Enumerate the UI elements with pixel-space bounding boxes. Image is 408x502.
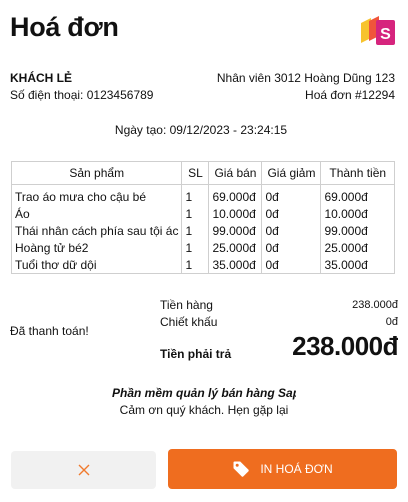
paid-status: Đã thanh toán! xyxy=(10,324,89,338)
total-value: 238.000đ xyxy=(292,331,398,361)
cell-qty: 1 xyxy=(181,184,210,205)
cell-product: Hoàng tử bé2 xyxy=(10,239,183,256)
cell-price: 99.000đ xyxy=(208,222,263,239)
cell-total: 99.000đ xyxy=(320,222,395,239)
col-price: Giá bán xyxy=(208,161,263,185)
subtotal-value: 238.000đ xyxy=(352,299,398,311)
print-invoice-button[interactable]: IN HOÁ ĐƠN xyxy=(168,449,397,489)
table-row: Tuổi thơ dữ dội 1 35.000đ 0đ 35.000đ xyxy=(10,256,395,274)
cancel-button[interactable] xyxy=(11,451,156,489)
close-icon xyxy=(78,464,89,476)
cell-discount: 0đ xyxy=(261,239,322,256)
cell-qty: 1 xyxy=(181,205,210,222)
subtotal-label: Tiền hàng xyxy=(160,298,213,312)
cell-product: Trao áo mưa cho cậu bé xyxy=(10,184,183,205)
col-discount: Giá giảm xyxy=(261,161,322,185)
cell-total: 35.000đ xyxy=(320,256,395,274)
staff-name: Nhân viên 3012 Hoàng Dũng 123 xyxy=(216,71,395,85)
tag-icon xyxy=(233,461,250,477)
cell-price: 69.000đ xyxy=(208,184,263,205)
col-qty: SL xyxy=(181,161,210,185)
sapo-logo-icon: S xyxy=(361,16,395,45)
table-row: Áo 1 10.000đ 0đ 10.000đ xyxy=(10,205,395,222)
cell-product: Áo xyxy=(10,205,183,222)
invoice-number: Hoá đơn #12294 xyxy=(305,88,395,102)
software-note: Phần mềm quản lý bán hàng Sapo xyxy=(0,386,408,400)
col-product: Sản phẩm xyxy=(10,161,183,185)
table-header-row: Sản phẩm SL Giá bán Giá giảm Thành tiền xyxy=(10,161,395,185)
table-row: Hoàng tử bé2 1 25.000đ 0đ 25.000đ xyxy=(10,239,395,256)
cell-discount: 0đ xyxy=(261,256,322,274)
cell-discount: 0đ xyxy=(261,205,322,222)
cell-total: 25.000đ xyxy=(320,239,395,256)
cell-total: 69.000đ xyxy=(320,184,395,205)
discount-label: Chiết khấu xyxy=(160,315,218,329)
customer-info: KHÁCH LẺ Số điện thoại: 0123456789 xyxy=(10,70,153,104)
cell-qty: 1 xyxy=(181,256,210,274)
print-invoice-label: IN HOÁ ĐƠN xyxy=(260,462,333,476)
cell-qty: 1 xyxy=(181,222,210,239)
cell-discount: 0đ xyxy=(261,184,322,205)
table-row: Trao áo mưa cho cậu bé 1 69.000đ 0đ 69.0… xyxy=(10,184,395,205)
cell-price: 10.000đ xyxy=(208,205,263,222)
col-total: Thành tiền xyxy=(320,161,395,185)
cell-product: Thái nhân cách phía sau tội ác xyxy=(10,222,183,239)
cell-discount: 0đ xyxy=(261,222,322,239)
software-note-text: Phần mềm quản lý bán hàng Sapo xyxy=(112,386,296,400)
thanks-note: Cảm ơn quý khách. Hẹn gặp lại xyxy=(119,403,289,417)
cell-total: 10.000đ xyxy=(320,205,395,222)
items-table: Sản phẩm SL Giá bán Giá giảm Thành tiền … xyxy=(10,161,395,274)
invoice-info: Nhân viên 3012 Hoàng Dũng 123 Hoá đơn #1… xyxy=(217,70,395,104)
customer-phone: Số điện thoại: 0123456789 xyxy=(10,88,154,102)
discount-value: 0đ xyxy=(385,316,398,328)
cell-price: 35.000đ xyxy=(208,256,263,274)
table-row: Thái nhân cách phía sau tội ác 1 99.000đ… xyxy=(10,222,395,239)
customer-name: KHÁCH LẺ xyxy=(10,71,72,85)
total-label: Tiền phải trả xyxy=(160,347,232,361)
cell-product: Tuổi thơ dữ dội xyxy=(10,256,183,274)
cell-qty: 1 xyxy=(181,239,210,256)
page-title: Hoá đơn xyxy=(10,12,119,42)
svg-text:S: S xyxy=(380,26,391,43)
created-date: Ngày tạo: 09/12/2023 - 23:24:15 xyxy=(114,123,288,137)
cell-price: 25.000đ xyxy=(208,239,263,256)
